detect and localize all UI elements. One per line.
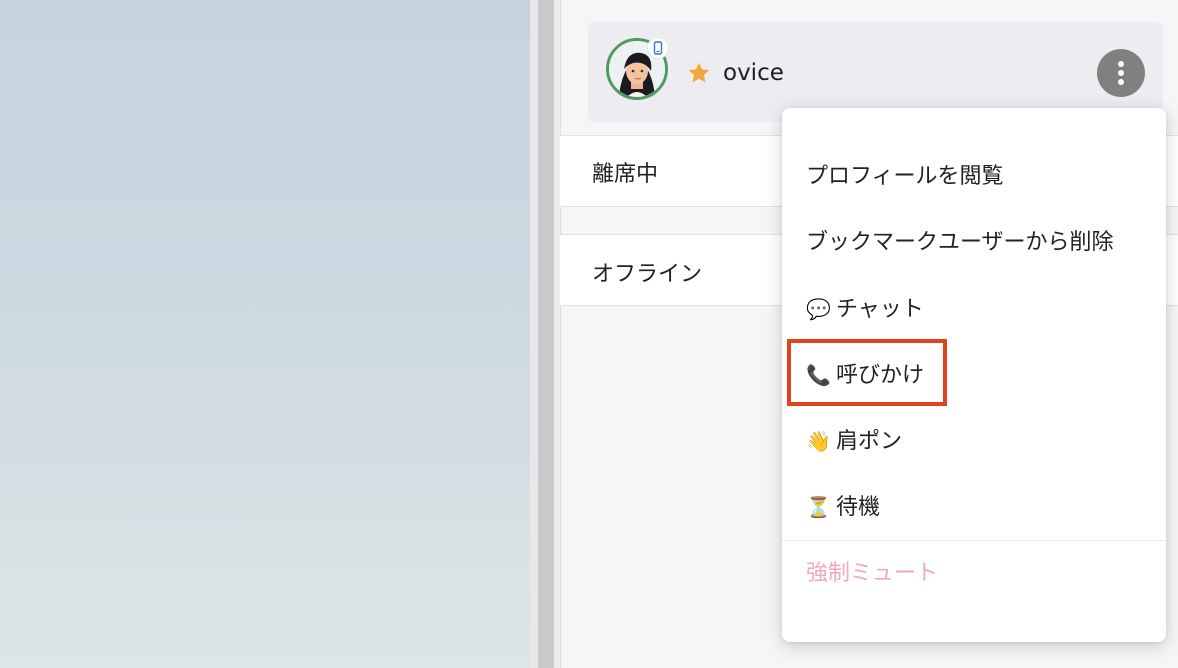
more-options-button[interactable] [1097,49,1145,97]
menu-item-label: チャット [836,297,924,322]
menu-item-force-mute[interactable]: 強制ミュート [806,559,938,589]
mobile-device-badge [648,38,668,58]
mobile-phone-icon [653,41,663,55]
waving-hand-icon: 👋 [806,429,831,453]
menu-item-chat[interactable]: 💬 チャット [806,294,924,325]
menu-item-remove-bookmark[interactable]: ブックマークユーザーから削除 [806,228,1114,258]
menu-item-standby[interactable]: ⏳ 待機 [806,492,880,523]
menu-item-tap-shoulder[interactable]: 👋 肩ポン [806,426,902,457]
menu-item-label: 呼びかけ [836,363,925,388]
hourglass-icon: ⏳ [806,495,831,519]
kebab-dot-icon [1118,79,1124,85]
menu-item-label: ブックマークユーザーから削除 [806,230,1114,255]
kebab-dot-icon [1118,70,1124,76]
menu-item-label: 強制ミュート [806,561,939,586]
panel-resize-handle[interactable] [538,0,554,668]
user-card[interactable] [588,22,1163,122]
menu-item-call[interactable]: 📞 呼びかけ [806,360,924,391]
kebab-dot-icon [1118,61,1124,67]
section-label-away: 離席中 [592,162,659,187]
background-space-area [0,0,530,668]
bookmark-star-icon[interactable] [686,60,712,86]
user-context-menu: プロフィールを閲覧 ブックマークユーザーから削除 💬 チャット 📞 呼びかけ 👋 肩ポ… [782,108,1166,642]
menu-item-label: プロフィールを閲覧 [806,164,1004,189]
menu-item-label: 肩ポン [836,429,903,454]
telephone-receiver-icon: 📞 [806,363,831,387]
panel-divider [530,0,538,668]
section-label-offline: オフライン [592,262,703,287]
menu-item-view-profile[interactable]: プロフィールを閲覧 [806,162,1004,192]
menu-item-label: 待機 [836,495,881,520]
menu-divider [782,540,1166,541]
user-name: ovice [723,60,784,86]
speech-bubble-icon: 💬 [806,297,831,321]
